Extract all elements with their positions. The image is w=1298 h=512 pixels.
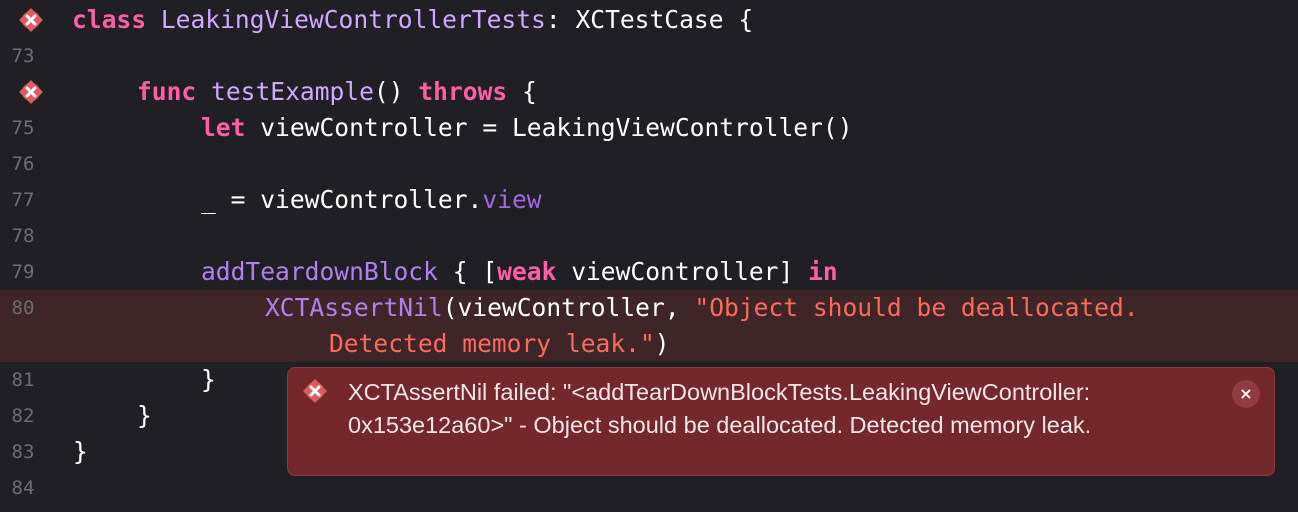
code-line[interactable]: 79 addTeardownBlock { [weak viewControll… bbox=[0, 254, 1298, 290]
code-line[interactable]: 77 _ = viewController.view bbox=[0, 182, 1298, 218]
code-text: _ = viewController.view bbox=[201, 185, 542, 214]
error-message-line: XCTAssertNil failed: "<addTearDownBlockT… bbox=[348, 379, 1091, 405]
error-x-icon[interactable] bbox=[18, 79, 44, 105]
line-number: 78 bbox=[11, 225, 35, 247]
line-number: 81 bbox=[11, 369, 35, 391]
code-line[interactable]: 73 bbox=[0, 38, 1298, 74]
code-line[interactable]: func testExample() throws { bbox=[0, 74, 1298, 110]
code-line[interactable]: 76 bbox=[0, 146, 1298, 182]
error-message: XCTAssertNil failed: "<addTearDownBlockT… bbox=[348, 376, 1228, 442]
code-text: let viewController = LeakingViewControll… bbox=[201, 113, 853, 142]
code-line-error-highlight[interactable]: Detected memory leak.") bbox=[0, 326, 1298, 362]
line-number: 83 bbox=[11, 441, 35, 463]
line-number: 76 bbox=[11, 153, 35, 175]
code-text: XCTAssertNil(viewController, "Object sho… bbox=[265, 293, 1139, 322]
code-text: addTeardownBlock { [weak viewController]… bbox=[201, 257, 838, 286]
code-line[interactable]: class LeakingViewControllerTests: XCTest… bbox=[0, 2, 1298, 38]
error-annotation-popup[interactable]: XCTAssertNil failed: "<addTearDownBlockT… bbox=[287, 367, 1275, 476]
code-text: Detected memory leak.") bbox=[329, 329, 670, 358]
error-x-icon bbox=[303, 379, 327, 403]
code-line-error-highlight[interactable]: 80 XCTAssertNil(viewController, "Object … bbox=[0, 290, 1298, 326]
code-editor[interactable]: class LeakingViewControllerTests: XCTest… bbox=[0, 0, 1298, 512]
code-text: class LeakingViewControllerTests: XCTest… bbox=[72, 5, 754, 34]
code-line[interactable]: 78 bbox=[0, 218, 1298, 254]
line-number: 73 bbox=[11, 45, 35, 67]
code-line[interactable]: 75 let viewController = LeakingViewContr… bbox=[0, 110, 1298, 146]
line-number: 75 bbox=[11, 117, 35, 139]
code-text: } bbox=[201, 365, 216, 394]
line-number: 84 bbox=[11, 477, 35, 499]
error-x-icon[interactable] bbox=[18, 7, 44, 33]
error-message-line: 0x153e12a60>" - Object should be dealloc… bbox=[348, 412, 1092, 438]
line-number: 82 bbox=[11, 405, 35, 427]
close-icon[interactable]: × bbox=[1232, 380, 1260, 408]
line-number: 77 bbox=[11, 189, 35, 211]
code-text: } bbox=[73, 437, 88, 466]
line-number: 79 bbox=[11, 261, 35, 283]
code-text: } bbox=[137, 401, 152, 430]
code-text: func testExample() throws { bbox=[137, 77, 537, 106]
line-number: 80 bbox=[11, 297, 35, 319]
